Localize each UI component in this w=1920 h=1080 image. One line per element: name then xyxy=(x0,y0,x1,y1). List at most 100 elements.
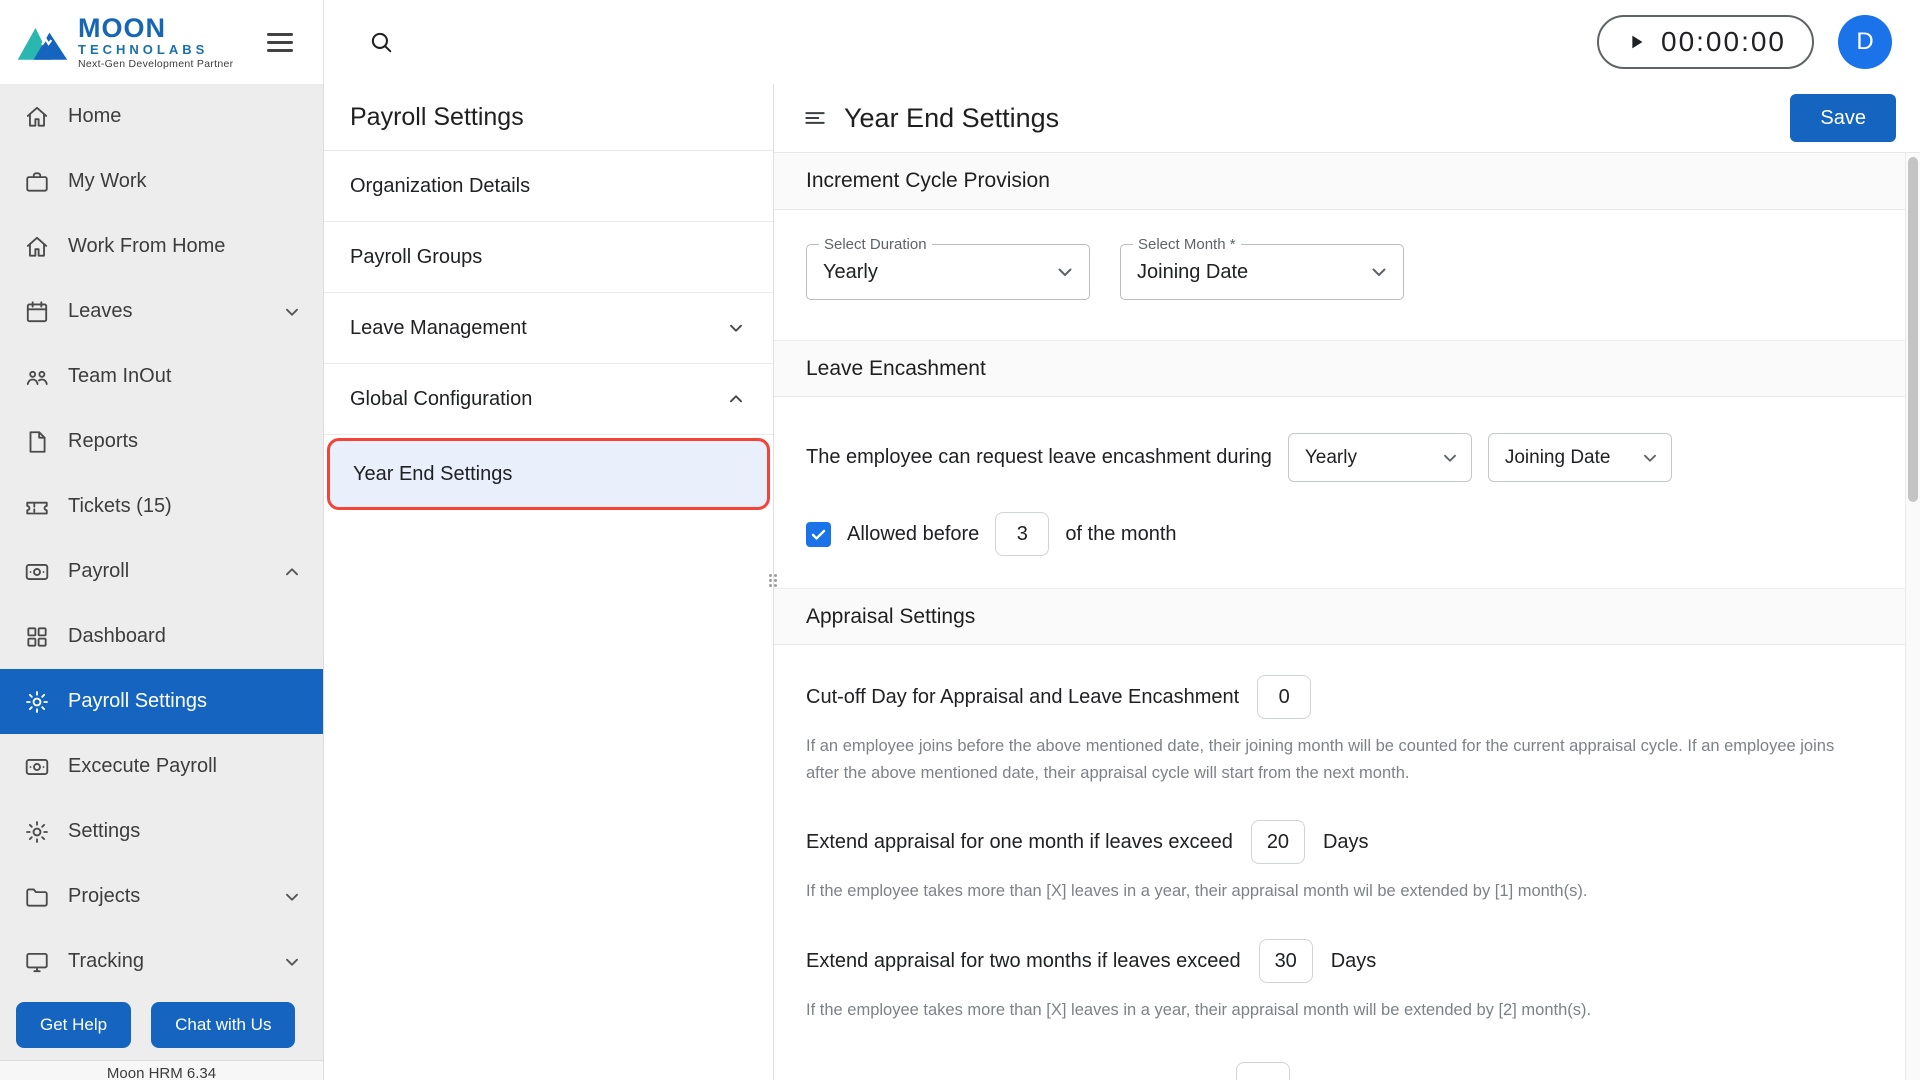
sidebar-item-label: Settings xyxy=(68,820,140,843)
sidebar-item-excecute-payroll[interactable]: Excecute Payroll xyxy=(0,734,323,799)
chevron-up-icon xyxy=(725,388,747,410)
sidebar-item-payroll-settings[interactable]: Payroll Settings xyxy=(0,669,323,734)
main-scroll-area: Increment Cycle Provision Select Duratio… xyxy=(774,153,1905,1080)
sidebar-footer: Get Help Chat with Us xyxy=(0,994,323,1060)
panel-title: Payroll Settings xyxy=(324,84,773,151)
month-select-value: Joining Date xyxy=(1137,261,1248,284)
sidebar-item-label: My Work xyxy=(68,170,147,193)
chevron-down-icon xyxy=(281,301,303,323)
sidebar-item-label: Dashboard xyxy=(68,625,166,648)
chevron-down-icon xyxy=(1439,447,1461,469)
extend-two-months-row: Extend appraisal for two months if leave… xyxy=(806,939,1873,983)
sidebar-item-dashboard[interactable]: Dashboard xyxy=(0,604,323,669)
sidebar-item-label: Excecute Payroll xyxy=(68,755,217,778)
section-header-leave-encashment: Leave Encashment xyxy=(774,340,1905,397)
ticket-icon xyxy=(24,494,50,520)
extend-one-label: Extend appraisal for one month if leaves… xyxy=(806,831,1233,854)
cutoff-day-input[interactable] xyxy=(1257,675,1311,719)
month-select-label: Select Month * xyxy=(1133,236,1241,253)
app-version: Moon HRM 6.34 xyxy=(0,1060,323,1080)
settings-item-year-end-settings[interactable]: Year End Settings xyxy=(327,438,770,510)
extend-one-unit: Days xyxy=(1323,831,1369,854)
folder-icon xyxy=(24,884,50,910)
encashment-request-label: The employee can request leave encashmen… xyxy=(806,446,1272,469)
extend-one-input[interactable] xyxy=(1251,820,1305,864)
extend-two-input[interactable] xyxy=(1259,939,1313,983)
chevron-down-icon xyxy=(1639,447,1661,469)
sidebar-item-label: Team InOut xyxy=(68,365,171,388)
sidebar-item-payroll[interactable]: Payroll xyxy=(0,539,323,604)
timer-value: 00:00:00 xyxy=(1661,26,1786,58)
sidebar-item-projects[interactable]: Projects xyxy=(0,864,323,929)
sidebar-item-my-work[interactable]: My Work xyxy=(0,149,323,214)
leave-encashment-section: The employee can request leave encashmen… xyxy=(774,397,1905,588)
settings-item-label: Payroll Groups xyxy=(350,246,482,269)
allowed-before-input[interactable] xyxy=(995,512,1049,556)
play-icon[interactable] xyxy=(1625,31,1647,53)
get-help-button[interactable]: Get Help xyxy=(16,1002,131,1048)
gear-icon xyxy=(24,819,50,845)
sidebar-item-tracking[interactable]: Tracking xyxy=(0,929,323,994)
increment-duration-select[interactable]: Select Duration Yearly xyxy=(806,244,1090,300)
sidebar-item-reports[interactable]: Reports xyxy=(0,409,323,474)
cutoff-day-label: Cut-off Day for Appraisal and Leave Enca… xyxy=(806,686,1239,709)
allowed-before-row: Allowed before of the month xyxy=(806,512,1873,556)
sidebar-item-work-from-home[interactable]: Work From Home xyxy=(0,214,323,279)
document-icon xyxy=(24,429,50,455)
sidebar-item-leaves[interactable]: Leaves xyxy=(0,279,323,344)
logo-region: MOON TECHNOLABS Next-Gen Development Par… xyxy=(0,0,324,84)
settings-item-global-configuration[interactable]: Global Configuration xyxy=(324,364,773,435)
timer-widget[interactable]: 00:00:00 xyxy=(1597,15,1814,69)
settings-item-payroll-groups[interactable]: Payroll Groups xyxy=(324,222,773,293)
sidebar-item-label: Tracking xyxy=(68,950,144,973)
appraisal-section: Cut-off Day for Appraisal and Leave Enca… xyxy=(774,645,1905,1080)
chevron-down-icon xyxy=(281,951,303,973)
chat-with-us-button[interactable]: Chat with Us xyxy=(151,1002,295,1048)
sidebar-item-team-inout[interactable]: Team InOut xyxy=(0,344,323,409)
allowed-before-label: Allowed before xyxy=(847,523,979,546)
settings-item-organization-details[interactable]: Organization Details xyxy=(324,151,773,222)
payroll-settings-panel: Payroll Settings Organization Details Pay… xyxy=(324,84,774,1080)
settings-item-label: Organization Details xyxy=(350,175,530,198)
sidebar-item-label: Work From Home xyxy=(68,235,225,258)
logo-subtitle: TECHNOLABS xyxy=(78,43,233,57)
menu-toggle-icon[interactable] xyxy=(263,29,297,56)
allowed-before-checkbox[interactable] xyxy=(806,522,831,547)
partial-field-row xyxy=(1236,1062,1873,1080)
briefcase-icon xyxy=(24,169,50,195)
payroll-icon xyxy=(24,754,50,780)
home-icon xyxy=(24,104,50,130)
partial-input[interactable] xyxy=(1236,1062,1290,1080)
duration-select-value: Yearly xyxy=(823,261,878,284)
save-button[interactable]: Save xyxy=(1790,94,1896,142)
chevron-up-icon xyxy=(281,561,303,583)
sidebar-item-label: Reports xyxy=(68,430,138,453)
search-icon[interactable] xyxy=(368,29,394,55)
extend-one-month-row: Extend appraisal for one month if leaves… xyxy=(806,820,1873,864)
encashment-duration-select[interactable]: Yearly xyxy=(1288,433,1472,482)
sidebar-item-label: Tickets (15) xyxy=(68,495,172,518)
payroll-icon xyxy=(24,559,50,585)
mountain-logo-icon xyxy=(14,19,70,65)
user-avatar[interactable]: D xyxy=(1838,15,1892,69)
encashment-month-select[interactable]: Joining Date xyxy=(1488,433,1672,482)
main-content: Year End Settings Save Increment Cycle P… xyxy=(774,84,1920,1080)
moon-technolabs-logo[interactable]: MOON TECHNOLABS Next-Gen Development Par… xyxy=(14,14,233,71)
sidebar-item-settings[interactable]: Settings xyxy=(0,799,323,864)
panel-resize-handle[interactable] xyxy=(769,574,779,587)
extend-two-label: Extend appraisal for two months if leave… xyxy=(806,950,1241,973)
settings-item-leave-management[interactable]: Leave Management xyxy=(324,293,773,364)
sidebar-item-label: Home xyxy=(68,105,121,128)
home-icon xyxy=(24,234,50,260)
monitor-icon xyxy=(24,949,50,975)
encashment-request-row: The employee can request leave encashmen… xyxy=(806,433,1873,482)
sidebar-item-tickets-15[interactable]: Tickets (15) xyxy=(0,474,323,539)
increment-month-select[interactable]: Select Month * Joining Date xyxy=(1120,244,1404,300)
logo-tagline: Next-Gen Development Partner xyxy=(78,59,233,70)
cutoff-day-row: Cut-off Day for Appraisal and Leave Enca… xyxy=(806,675,1873,719)
sidebar-item-home[interactable]: Home xyxy=(0,84,323,149)
of-month-label: of the month xyxy=(1065,523,1176,546)
scrollbar-thumb[interactable] xyxy=(1908,157,1918,502)
increment-section: Select Duration Yearly Select Month * Jo… xyxy=(774,210,1905,340)
main-scrollbar[interactable] xyxy=(1905,153,1920,1080)
